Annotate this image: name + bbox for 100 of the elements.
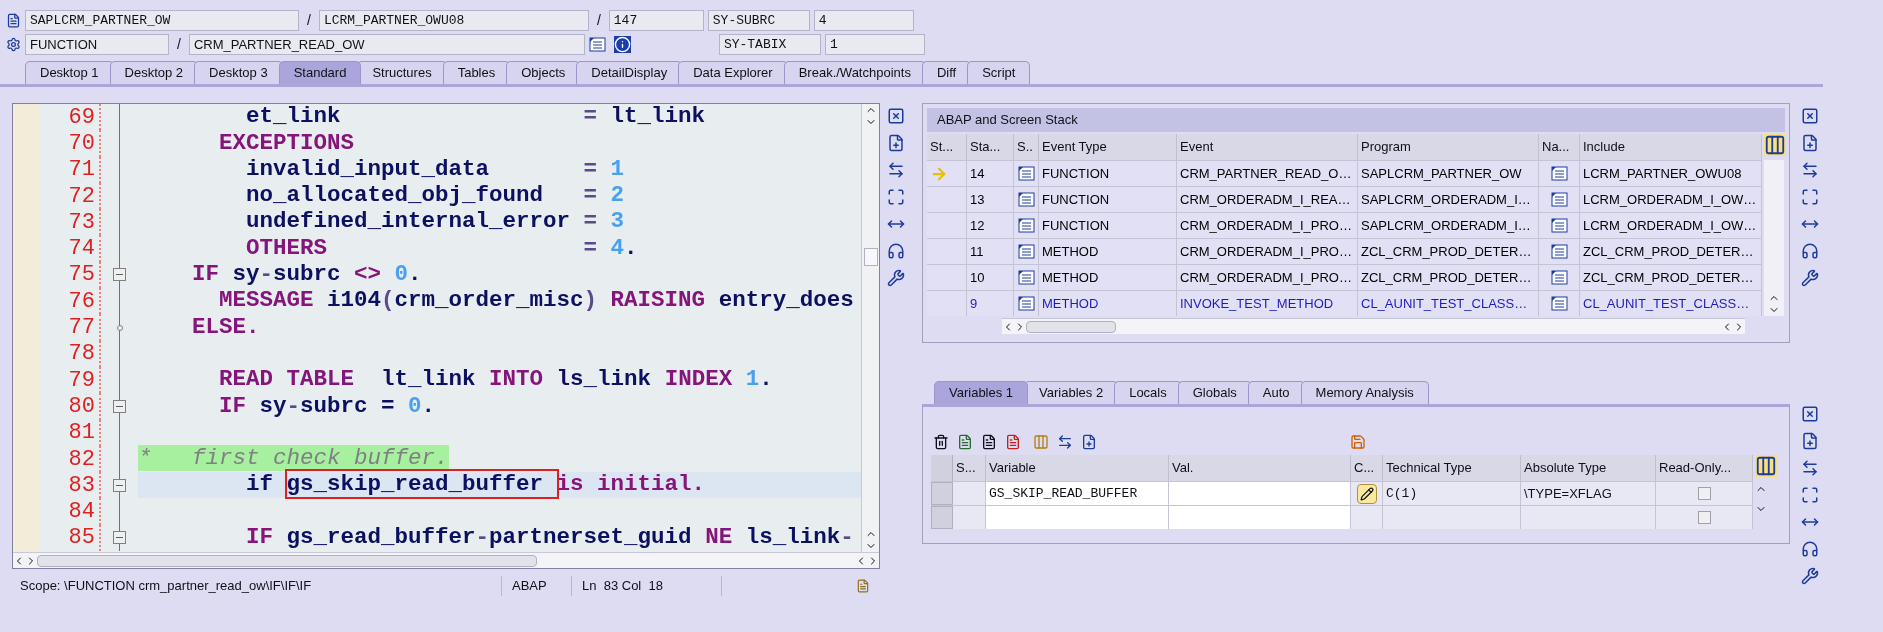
transfer-icon[interactable] <box>1057 434 1073 450</box>
read-only-checkbox[interactable] <box>1697 487 1711 500</box>
line-number: 74 <box>67 235 96 264</box>
swap-icon[interactable] <box>887 161 905 179</box>
system-field-name: SY-TABIX <box>718 34 821 55</box>
close-icon[interactable] <box>1801 107 1819 125</box>
tab[interactable]: Break./Watchpoints <box>783 61 926 84</box>
line-number: 78 <box>67 340 96 369</box>
language-text: ABAP <box>502 576 572 596</box>
table-cell: 9 <box>967 291 1014 316</box>
system-field-value: 1 <box>824 34 925 55</box>
document-icon[interactable] <box>1017 218 1035 233</box>
swap-icon[interactable] <box>1801 459 1819 477</box>
program-icon <box>6 13 21 28</box>
document-icon[interactable] <box>1017 296 1035 311</box>
column-header[interactable]: Technical Type <box>1383 455 1521 481</box>
line-number: 70 <box>67 129 96 158</box>
navigate-icon[interactable] <box>1550 244 1568 259</box>
maximize-icon[interactable] <box>1801 486 1819 504</box>
column-header[interactable]: Na... <box>1539 134 1580 160</box>
new-item-icon[interactable] <box>1081 434 1097 450</box>
line-number: 80 <box>67 392 96 421</box>
line-field: 147 <box>608 10 704 31</box>
column-settings-icon[interactable] <box>1755 455 1777 477</box>
tab[interactable]: Standard <box>278 61 362 84</box>
navigate-icon[interactable] <box>1550 296 1568 311</box>
system-field-value: 4 <box>813 10 914 31</box>
gear-icon <box>6 37 21 52</box>
fold-toggle-icon[interactable] <box>113 531 126 545</box>
edit-button[interactable] <box>1356 483 1377 504</box>
column-header[interactable]: St... <box>927 134 967 160</box>
close-icon[interactable] <box>887 107 905 125</box>
headphones-icon[interactable] <box>1801 540 1819 558</box>
wrench-icon[interactable] <box>1801 567 1819 585</box>
column-header[interactable]: Variable <box>986 455 1169 481</box>
read-only-checkbox[interactable] <box>1697 511 1711 524</box>
column-header[interactable]: S... <box>953 455 986 481</box>
column-header[interactable]: Absolute Type <box>1521 455 1656 481</box>
info-icon[interactable] <box>613 36 631 53</box>
column-header[interactable]: Include <box>1580 134 1762 160</box>
line-number: 77 <box>67 314 96 343</box>
document-icon[interactable] <box>1017 192 1035 207</box>
fold-toggle-icon[interactable] <box>113 399 126 413</box>
delete-icon[interactable] <box>933 434 949 450</box>
table-cell: GS_SKIP_READ_BUFFER <box>986 482 1169 505</box>
tab[interactable]: Variables 1 <box>934 381 1029 404</box>
line-number: 72 <box>67 182 96 211</box>
column-header[interactable]: Program <box>1358 134 1539 160</box>
maximize-icon[interactable] <box>1801 188 1819 206</box>
line-number: 81 <box>67 419 96 448</box>
column-header[interactable]: Val. <box>1169 455 1351 481</box>
note-icon[interactable] <box>856 579 870 593</box>
document-icon[interactable] <box>1017 270 1035 285</box>
wrench-icon[interactable] <box>1801 269 1819 287</box>
navigate-icon[interactable] <box>1550 192 1568 207</box>
include-field: LCRM_PARTNER_OWU08 <box>318 10 589 31</box>
fold-toggle-icon[interactable] <box>113 478 126 492</box>
line-number: 69 <box>67 104 96 132</box>
panel-title: ABAP and Screen Stack <box>937 111 1078 130</box>
headphones-icon[interactable] <box>887 242 905 260</box>
display-icon[interactable] <box>588 37 606 52</box>
document-icon[interactable] <box>1017 244 1035 259</box>
navigate-icon[interactable] <box>1550 166 1568 181</box>
swap-icon[interactable] <box>1801 161 1819 179</box>
line-number: 75 <box>67 261 96 290</box>
tab[interactable]: Memory Analysis <box>1300 381 1429 404</box>
column-header[interactable]: S.. <box>1014 134 1039 160</box>
event-field: CRM_PARTNER_READ_OW <box>188 34 585 55</box>
line-number: 82 <box>67 445 96 474</box>
maximize-icon[interactable] <box>887 188 905 206</box>
column-header[interactable]: Read-Only... <box>1656 455 1753 481</box>
document-icon[interactable] <box>1017 166 1035 181</box>
new-document-icon[interactable] <box>1801 432 1819 450</box>
line-number: 76 <box>67 287 96 316</box>
close-icon[interactable] <box>1801 405 1819 423</box>
column-header[interactable]: Event Type <box>1039 134 1177 160</box>
new-document-icon[interactable] <box>887 134 905 152</box>
document-icon[interactable] <box>981 434 997 450</box>
navigate-icon[interactable] <box>1550 270 1568 285</box>
tab[interactable]: Script <box>967 61 1031 84</box>
line-number: 71 <box>67 156 96 185</box>
save-icon[interactable] <box>1350 434 1366 450</box>
fold-marker-icon <box>116 324 123 331</box>
wrench-icon[interactable] <box>887 269 905 287</box>
system-field-name: SY-SUBRC <box>707 10 810 31</box>
line-number: 84 <box>67 498 96 527</box>
headphones-icon[interactable] <box>1801 242 1819 260</box>
table-cell: CL_AUNIT_TEST_CLASS… <box>1358 291 1539 316</box>
path-separator: / <box>176 35 182 54</box>
column-settings-icon[interactable] <box>1764 134 1786 156</box>
table-cell: CL_AUNIT_TEST_CLASS… <box>1580 291 1762 316</box>
column-header[interactable]: Sta... <box>967 134 1014 160</box>
code-line: IF gs_read_buffer-partnerset_guid NE ls_link- <box>245 523 854 552</box>
fold-toggle-icon[interactable] <box>113 268 126 282</box>
path-separator: / <box>306 11 312 30</box>
column-header[interactable]: C... <box>1351 455 1383 481</box>
navigate-icon[interactable] <box>1550 218 1568 233</box>
new-document-icon[interactable] <box>1801 134 1819 152</box>
event-type-field: FUNCTION <box>25 34 169 55</box>
column-header[interactable]: Event <box>1177 134 1358 160</box>
